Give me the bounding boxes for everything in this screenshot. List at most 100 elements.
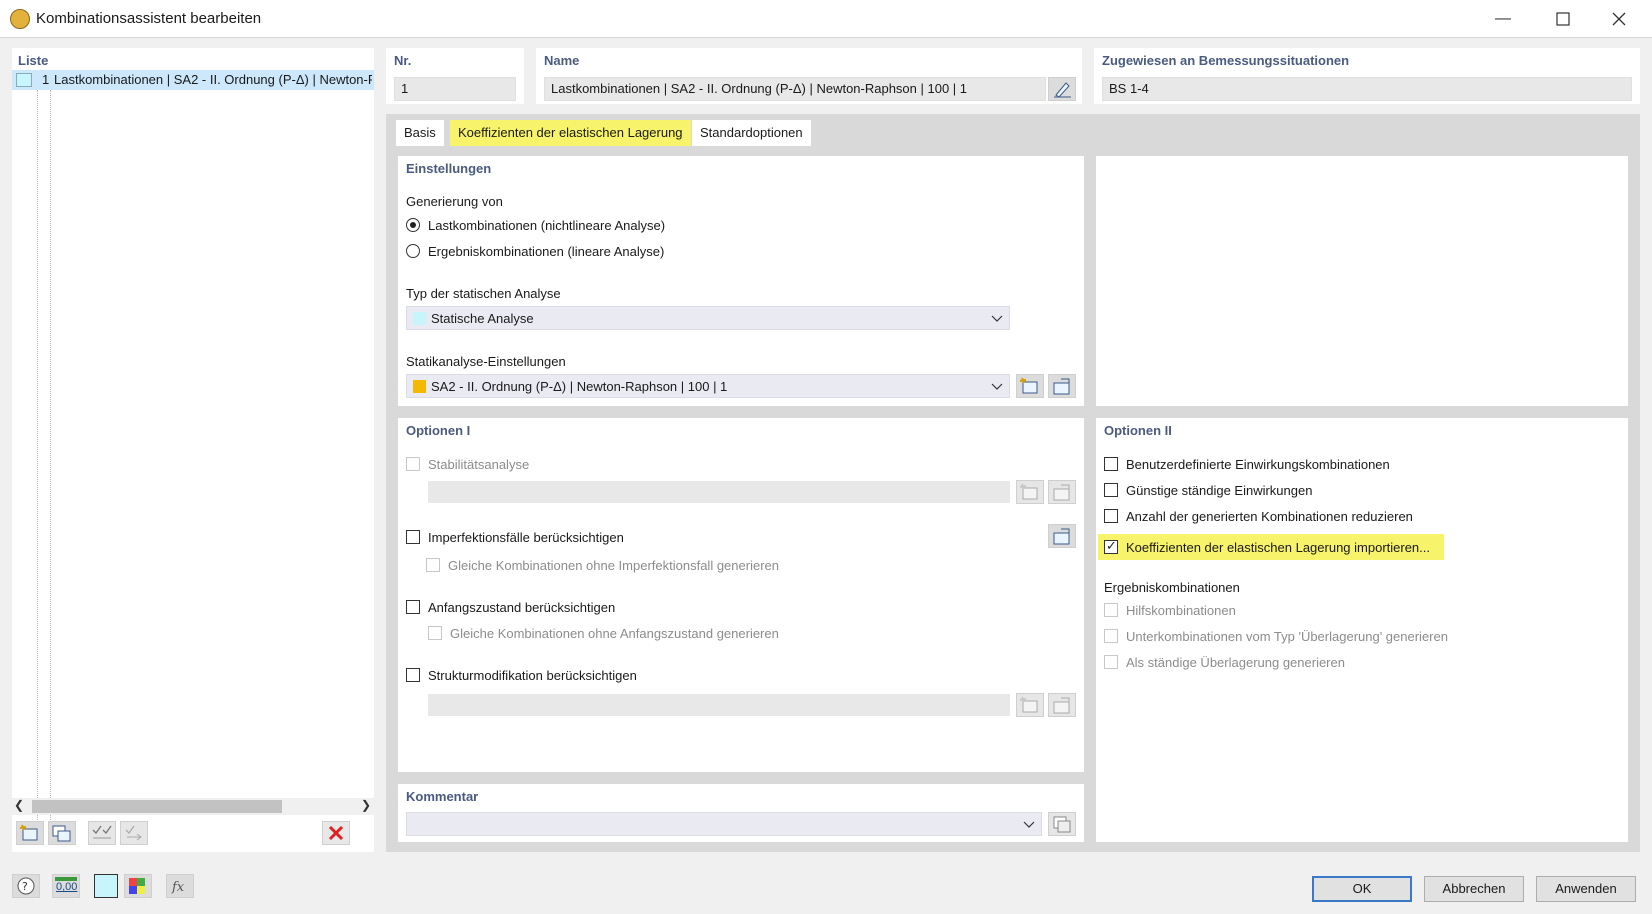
copy-icon xyxy=(1053,816,1071,833)
tab-basis[interactable]: Basis xyxy=(396,120,444,146)
structure-mod-label: Strukturmodifikation berücksichtigen xyxy=(428,668,637,683)
edit-object-icon xyxy=(1053,697,1070,714)
cancel-button[interactable]: Abbrechen xyxy=(1424,876,1524,902)
tab-elastic-coefficients[interactable]: Koeffizienten der elastischen Lagerung xyxy=(450,120,691,146)
settings-panel: Einstellungen Generierung von Lastkombin… xyxy=(398,156,1084,406)
units-text: 0,00 xyxy=(56,881,78,893)
copy-item-button[interactable] xyxy=(48,821,76,845)
delete-icon xyxy=(328,825,344,841)
uncheck-button[interactable] xyxy=(120,821,148,845)
name-panel: Name Lastkombinationen | SA2 - II. Ordnu… xyxy=(536,48,1082,104)
new-item-icon xyxy=(1019,483,1038,500)
imperfection-label: Imperfektionsfälle berücksichtigen xyxy=(428,530,624,545)
assigned-label: Zugewiesen an Bemessungssituationen xyxy=(1102,53,1350,68)
name-field[interactable]: Lastkombinationen | SA2 - II. Ordnung (P… xyxy=(544,77,1046,101)
settings-header: Einstellungen xyxy=(406,161,492,176)
stability-field[interactable] xyxy=(428,481,1010,503)
new-stability-button[interactable] xyxy=(1016,480,1044,504)
comment-library-button[interactable] xyxy=(1048,812,1076,836)
help-button[interactable]: ? xyxy=(12,874,40,898)
options2-panel: Optionen II Benutzerdefinierte Einwirkun… xyxy=(1096,418,1628,842)
analysis-type-dropdown[interactable]: Statische Analyse xyxy=(406,306,1010,330)
preview-panel xyxy=(1096,156,1628,406)
analysis-settings-label: Statikanalyse-Einstellungen xyxy=(406,354,566,369)
units-button[interactable]: 0,00 xyxy=(52,874,80,898)
apply-button[interactable]: Anwenden xyxy=(1536,876,1636,902)
structure-mod-field[interactable] xyxy=(428,694,1010,716)
edit-analysis-settings-button[interactable] xyxy=(1048,374,1076,398)
svg-text:?: ? xyxy=(22,880,28,893)
options1-panel: Optionen I Stabilitätsanalyse Imperfekti… xyxy=(398,418,1084,772)
maximize-button[interactable] xyxy=(1540,6,1586,32)
initial-state-checkbox[interactable] xyxy=(406,600,420,614)
minimize-button[interactable]: — xyxy=(1480,6,1526,32)
permanent-label: Als ständige Überlagerung generieren xyxy=(1126,655,1345,670)
favorable-checkbox[interactable] xyxy=(1104,483,1118,497)
ok-button[interactable]: OK xyxy=(1312,876,1412,902)
reduce-checkbox[interactable] xyxy=(1104,509,1118,523)
stability-checkbox[interactable] xyxy=(406,457,420,471)
name-label: Name xyxy=(544,53,580,68)
new-analysis-settings-button[interactable] xyxy=(1016,374,1044,398)
window-title: Kombinationsassistent bearbeiten xyxy=(36,10,262,27)
subcombinations-label: Unterkombinationen vom Typ 'Überlagerung… xyxy=(1126,629,1448,644)
list-header: Liste xyxy=(18,53,49,68)
tab-standard-options[interactable]: Standardoptionen xyxy=(692,120,811,146)
check-all-button[interactable] xyxy=(88,821,116,845)
horizontal-scrollbar[interactable]: ❮ ❯ xyxy=(12,798,374,815)
comment-dropdown[interactable] xyxy=(406,812,1042,836)
structure-mod-checkbox[interactable] xyxy=(406,668,420,682)
new-item-button[interactable] xyxy=(16,821,44,845)
import-coeff-label: Koeffizienten der elastischen Lagerung i… xyxy=(1126,540,1431,555)
color-button[interactable] xyxy=(94,874,118,898)
permanent-checkbox[interactable] xyxy=(1104,655,1118,669)
nr-field[interactable]: 1 xyxy=(394,77,516,101)
title-bar: Kombinationsassistent bearbeiten — xyxy=(0,0,1652,38)
list-item[interactable]: 1 Lastkombinationen | SA2 - II. Ordnung … xyxy=(12,70,374,90)
edit-stability-button[interactable] xyxy=(1048,480,1076,504)
scroll-left-icon[interactable]: ❮ xyxy=(14,798,24,812)
edit-name-button[interactable] xyxy=(1048,77,1076,101)
initial-state-label: Anfangszustand berücksichtigen xyxy=(428,600,616,615)
new-item-icon xyxy=(1019,377,1038,394)
close-button[interactable] xyxy=(1596,6,1642,32)
reduce-label: Anzahl der generierten Kombinationen red… xyxy=(1126,509,1413,524)
edit-imperfection-button[interactable] xyxy=(1048,524,1076,548)
analysis-settings-value: SA2 - II. Ordnung (P-Δ) | Newton-Raphson… xyxy=(431,379,728,394)
new-structure-mod-button[interactable] xyxy=(1016,693,1044,717)
chevron-down-icon xyxy=(1023,821,1035,828)
scroll-right-icon[interactable]: ❯ xyxy=(361,798,371,812)
analysis-type-label: Typ der statischen Analyse xyxy=(406,286,561,301)
scrollbar-thumb[interactable] xyxy=(32,800,282,813)
radio-result-label: Ergebniskombinationen (lineare Analyse) xyxy=(428,244,665,259)
chevron-down-icon xyxy=(991,315,1003,322)
imperfection-checkbox[interactable] xyxy=(406,530,420,544)
list-item-number: 1 xyxy=(42,72,50,87)
comment-header: Kommentar xyxy=(406,789,479,804)
display-button[interactable] xyxy=(124,874,152,898)
generation-label: Generierung von xyxy=(406,194,503,209)
edit-structure-mod-button[interactable] xyxy=(1048,693,1076,717)
assigned-field[interactable]: BS 1-4 xyxy=(1102,77,1632,101)
comment-panel: Kommentar xyxy=(398,784,1084,842)
delete-button[interactable] xyxy=(322,821,350,845)
subcombinations-checkbox[interactable] xyxy=(1104,629,1118,643)
radio-load-label: Lastkombinationen (nichtlineare Analyse) xyxy=(428,218,666,233)
help-icon: ? xyxy=(17,877,35,895)
check-all-icon xyxy=(92,825,112,839)
options1-header: Optionen I xyxy=(406,423,471,438)
auxiliary-label: Hilfskombinationen xyxy=(1126,603,1236,618)
edit-object-icon xyxy=(1053,484,1070,501)
radio-load-combinations[interactable] xyxy=(406,218,420,232)
analysis-settings-dropdown[interactable]: SA2 - II. Ordnung (P-Δ) | Newton-Raphson… xyxy=(406,374,1010,398)
auxiliary-checkbox[interactable] xyxy=(1104,603,1118,617)
user-defined-checkbox[interactable] xyxy=(1104,457,1118,471)
imperfection-sub-checkbox[interactable] xyxy=(426,558,440,572)
import-coeff-checkbox[interactable] xyxy=(1104,538,1118,554)
radio-result-combinations[interactable] xyxy=(406,244,420,258)
edit-object-icon xyxy=(1053,528,1070,545)
formula-button[interactable]: fx xyxy=(166,874,194,898)
imperfection-sub-label: Gleiche Kombinationen ohne Imperfektions… xyxy=(448,558,779,573)
initial-state-sub-checkbox[interactable] xyxy=(428,626,442,640)
nr-label: Nr. xyxy=(394,53,412,68)
